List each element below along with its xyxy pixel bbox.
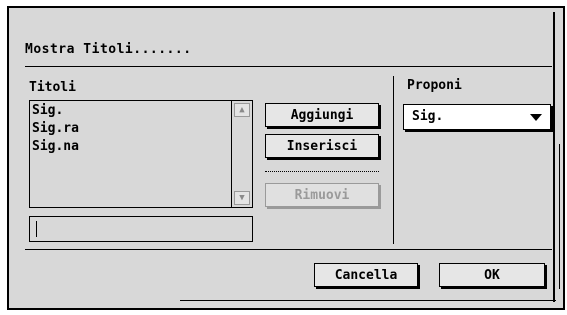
scroll-down-arrow-icon[interactable]: ▼ — [234, 191, 250, 205]
propose-label: Proponi — [407, 78, 462, 93]
list-item[interactable]: Sig. — [32, 103, 63, 118]
titles-listbox[interactable]: Sig. Sig.ra Sig.na — [29, 100, 253, 208]
buttons-separator — [265, 171, 379, 172]
bottom-divider — [180, 300, 556, 301]
section-divider — [393, 76, 394, 244]
dialog-window: Mostra Titoli....... Titoli Sig. Sig.ra … — [0, 0, 567, 315]
add-button[interactable]: Aggiungi — [265, 103, 379, 127]
remove-button[interactable]: Rimuovi — [265, 183, 379, 207]
titles-label: Titoli — [29, 80, 76, 95]
list-item[interactable]: Sig.na — [32, 139, 79, 154]
title-divider — [25, 66, 552, 67]
insert-button[interactable]: Inserisci — [265, 134, 379, 158]
titles-scrollbar[interactable]: ▲ ▼ — [231, 100, 253, 208]
title-input[interactable] — [29, 216, 253, 242]
right-divider — [559, 144, 560, 289]
dialog-title: Mostra Titoli....... — [25, 42, 192, 57]
cancel-button[interactable]: Cancella — [314, 263, 418, 287]
list-item[interactable]: Sig.ra — [32, 121, 79, 136]
chevron-down-icon — [530, 114, 542, 121]
propose-select-value: Sig. — [412, 109, 444, 124]
propose-select[interactable]: Sig. — [403, 104, 551, 130]
ok-button[interactable]: OK — [439, 263, 545, 287]
text-caret — [36, 221, 37, 237]
scroll-up-arrow-icon[interactable]: ▲ — [234, 103, 250, 117]
footer-divider — [25, 249, 552, 250]
